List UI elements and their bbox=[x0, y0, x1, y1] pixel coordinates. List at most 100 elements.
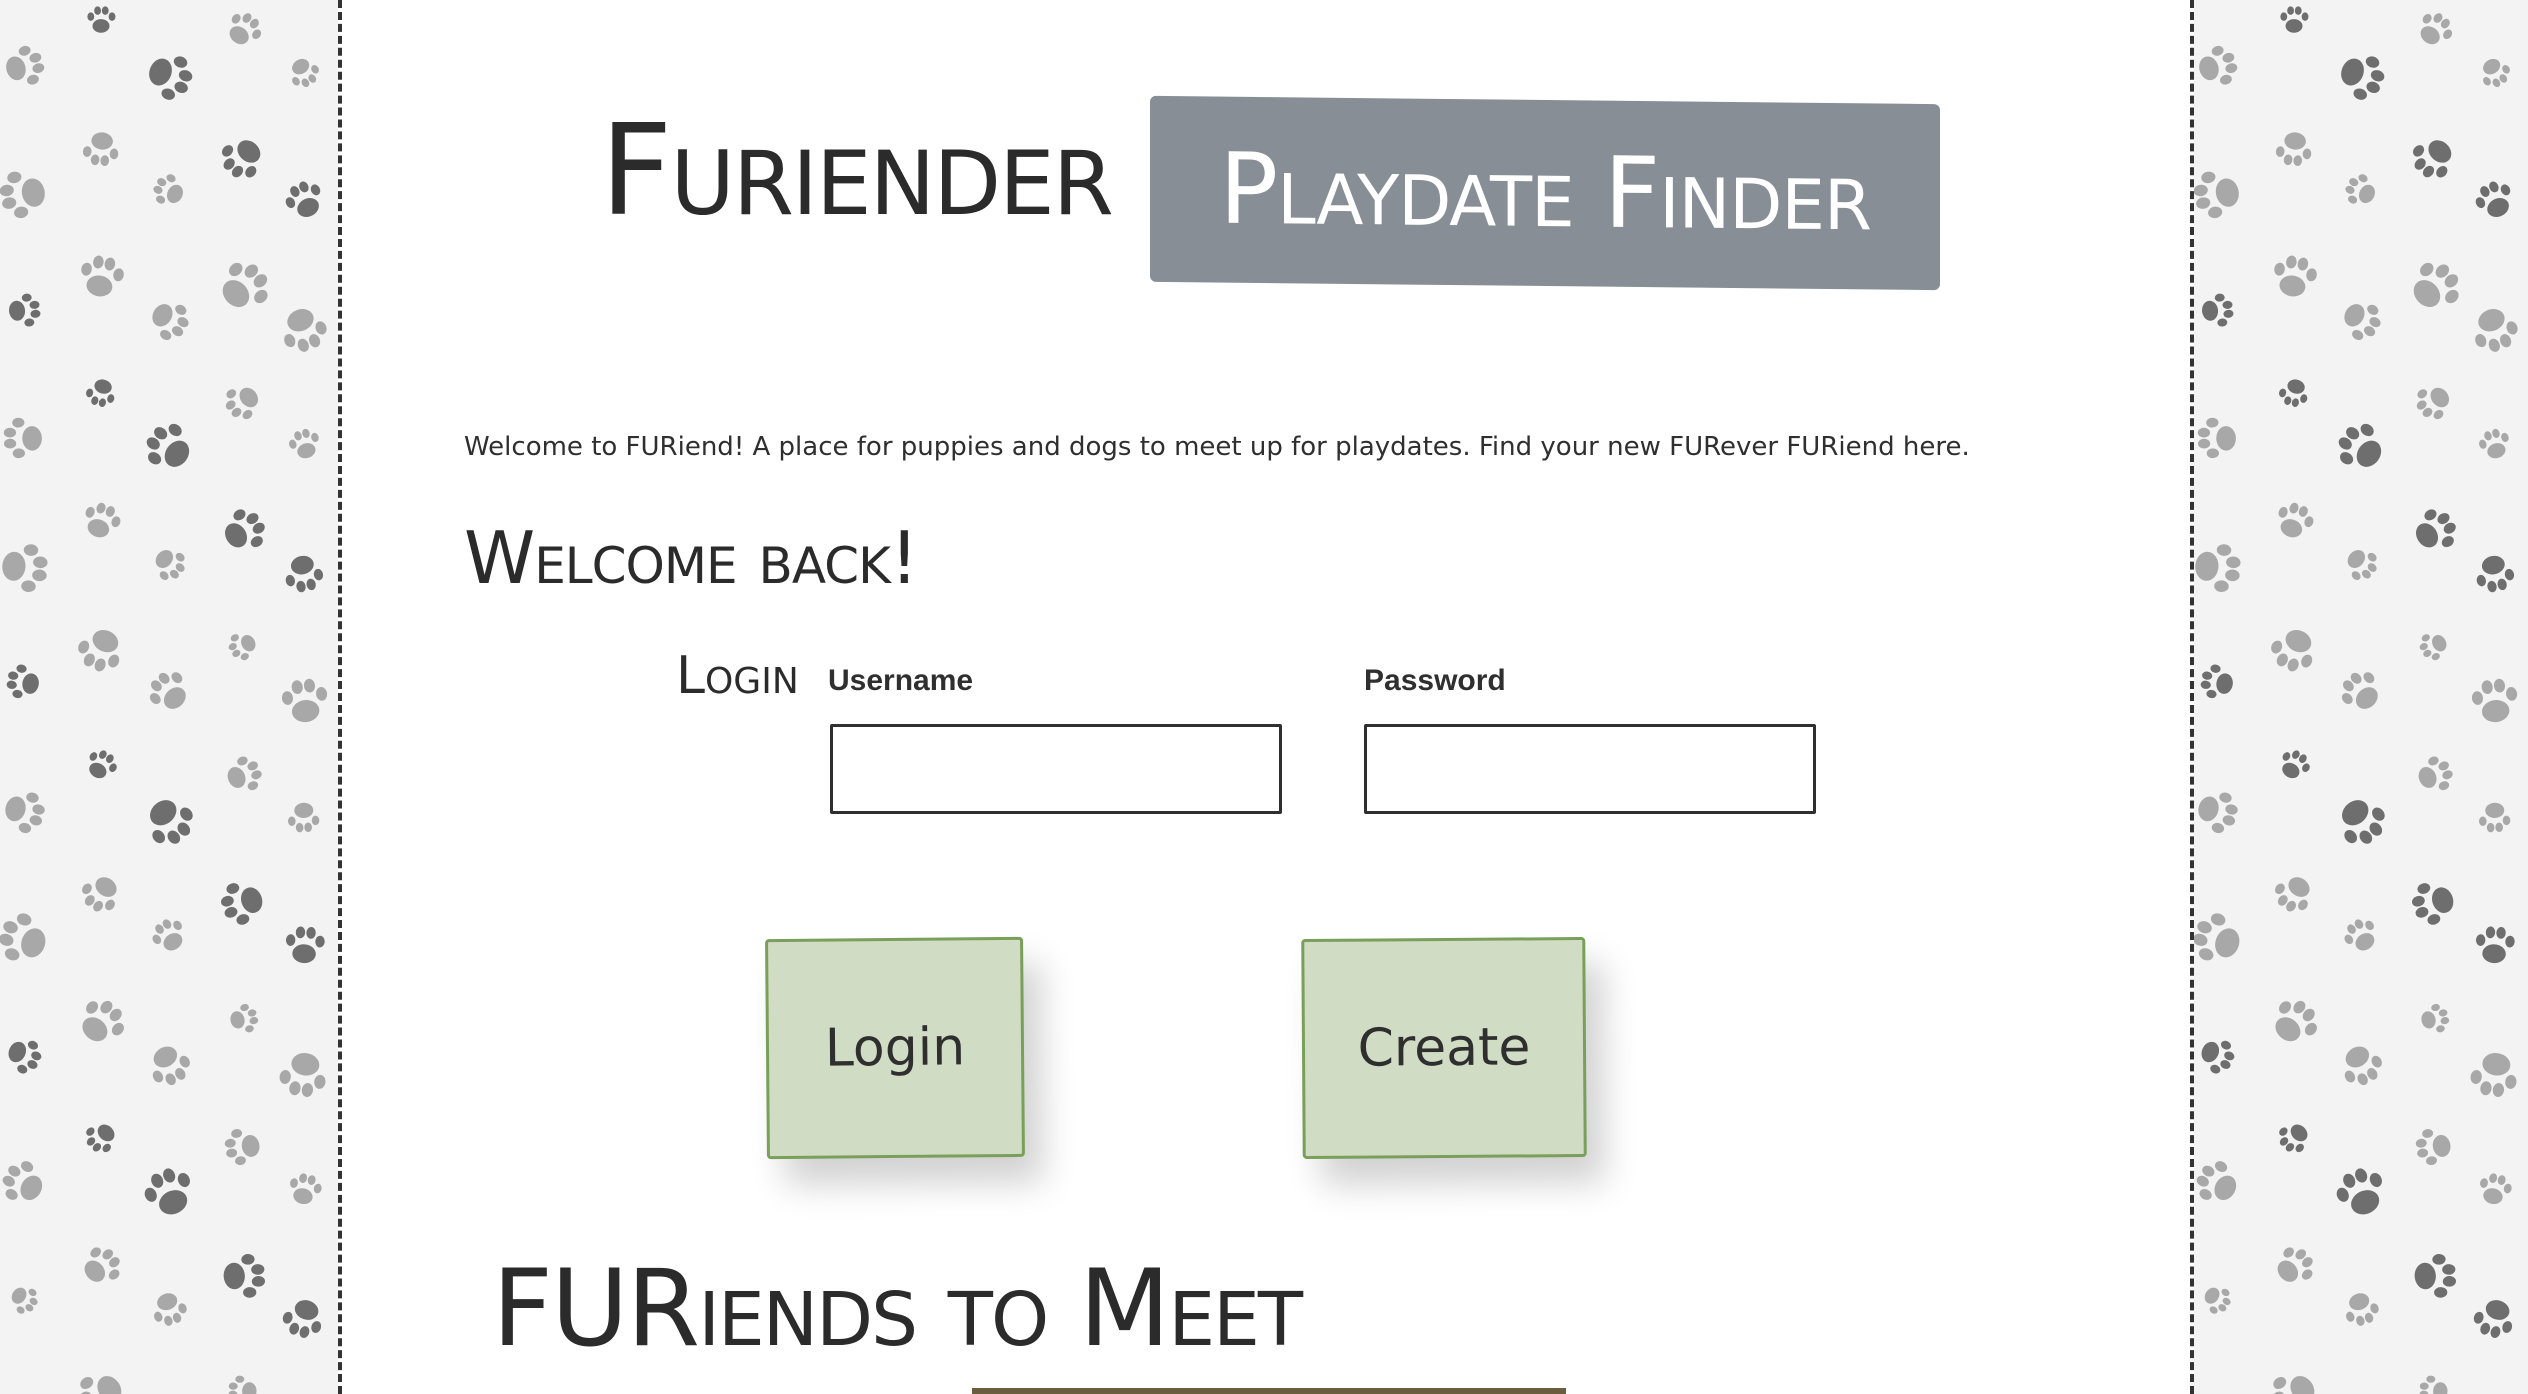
paw-print-icon bbox=[79, 499, 123, 547]
paw-print-icon bbox=[2477, 54, 2513, 94]
paw-print-icon bbox=[149, 916, 189, 960]
paw-print-icon bbox=[2194, 910, 2247, 973]
paw-print-icon bbox=[2476, 426, 2513, 467]
paw-print-icon bbox=[2413, 381, 2455, 427]
paw-print-icon bbox=[281, 550, 327, 600]
paw-print-icon bbox=[281, 922, 328, 973]
paw-print-icon bbox=[2194, 42, 2241, 94]
paw-print-icon bbox=[277, 674, 332, 733]
paw-print-icon bbox=[2200, 1282, 2234, 1320]
paw-print-icon bbox=[2333, 420, 2389, 480]
login-button[interactable]: Login bbox=[765, 936, 1025, 1160]
paw-print-icon bbox=[79, 871, 124, 920]
paw-print-icon bbox=[214, 257, 273, 320]
paw-print-icon bbox=[2409, 505, 2460, 560]
paw-print-icon bbox=[3, 1034, 45, 1080]
paw-print-icon bbox=[2472, 178, 2517, 227]
paw-print-icon bbox=[2417, 629, 2451, 667]
paw-print-icon bbox=[226, 1001, 261, 1040]
paw-print-icon bbox=[2341, 916, 2381, 960]
paw-print-icon bbox=[218, 505, 269, 560]
paw-print-icon bbox=[2267, 1367, 2322, 1394]
paw-print-icon bbox=[2276, 747, 2312, 787]
paw-print-icon bbox=[141, 420, 197, 480]
password-input[interactable] bbox=[1364, 724, 1816, 814]
page: Furiender Playdate Finder Welcome to FUR… bbox=[0, 0, 2528, 1394]
paw-print-icon bbox=[2476, 798, 2514, 840]
paw-print-icon bbox=[84, 3, 118, 41]
paw-print-icon bbox=[2471, 1294, 2519, 1346]
paw-print-icon bbox=[83, 747, 119, 787]
welcome-heading: Welcome back! bbox=[464, 516, 919, 600]
paw-print-icon bbox=[2194, 538, 2246, 600]
paw-print-icon bbox=[75, 623, 128, 680]
right-paw-pattern bbox=[2194, 0, 2528, 1394]
paw-print-icon bbox=[226, 629, 260, 667]
paw-print-icon bbox=[149, 1288, 190, 1333]
paw-print-icon bbox=[2197, 290, 2237, 334]
paw-print-icon bbox=[145, 1040, 194, 1093]
paw-print-icon bbox=[282, 178, 327, 227]
paw-print-icon bbox=[2273, 127, 2316, 174]
paw-print-icon bbox=[285, 798, 323, 840]
username-input[interactable] bbox=[830, 724, 1282, 814]
paw-print-icon bbox=[2412, 1125, 2456, 1173]
paw-print-icon bbox=[2472, 550, 2518, 600]
paw-print-icon bbox=[277, 302, 331, 360]
site-brand: Furiender bbox=[600, 97, 1114, 244]
paw-print-icon bbox=[2342, 172, 2380, 214]
paw-print-icon bbox=[225, 1373, 261, 1394]
friends-heading: FURiends to Meet bbox=[492, 1247, 1303, 1370]
username-label: Username bbox=[828, 664, 974, 697]
paw-print-icon bbox=[280, 1294, 328, 1346]
paw-print-icon bbox=[142, 48, 197, 107]
paw-print-icon bbox=[218, 133, 268, 187]
paw-print-icon bbox=[2276, 1119, 2313, 1160]
paw-print-icon bbox=[221, 1125, 265, 1173]
paw-print-icon bbox=[2268, 623, 2321, 680]
paw-print-icon bbox=[2338, 296, 2385, 347]
paw-print-icon bbox=[2409, 133, 2459, 187]
paw-print-icon bbox=[145, 668, 193, 720]
paw-print-icon bbox=[2194, 786, 2242, 840]
paw-print-icon bbox=[2332, 1164, 2390, 1226]
paw-print-icon bbox=[2196, 1034, 2238, 1080]
paw-print-icon bbox=[2471, 922, 2518, 973]
paw-print-icon bbox=[286, 426, 323, 467]
paw-print-icon bbox=[2277, 3, 2311, 41]
paw-print-icon bbox=[3, 662, 44, 707]
paw-print-icon bbox=[78, 1243, 124, 1293]
paw-print-icon bbox=[2194, 166, 2246, 227]
paw-print-icon bbox=[0, 42, 48, 94]
paw-print-icon bbox=[150, 172, 188, 214]
paw-print-icon bbox=[2197, 662, 2238, 707]
paw-print-icon bbox=[2277, 375, 2312, 414]
paw-print-icon bbox=[80, 127, 123, 174]
paw-print-icon bbox=[2267, 995, 2321, 1053]
paw-print-icon bbox=[2467, 1046, 2523, 1106]
paw-print-icon bbox=[2271, 1243, 2317, 1293]
tagline-banner: Playdate Finder bbox=[1150, 95, 1940, 291]
paw-print-icon bbox=[84, 375, 119, 414]
paw-print-icon bbox=[2408, 1249, 2461, 1306]
paw-print-icon bbox=[2334, 48, 2389, 107]
paw-print-icon bbox=[74, 995, 128, 1053]
paw-print-icon bbox=[222, 381, 264, 427]
paw-print-icon bbox=[75, 251, 127, 307]
paw-print-icon bbox=[146, 296, 193, 347]
paw-print-icon bbox=[276, 1046, 332, 1106]
paw-print-icon bbox=[2272, 499, 2316, 547]
password-label: Password bbox=[1364, 664, 1506, 697]
paw-print-icon bbox=[2416, 1373, 2452, 1394]
login-heading: Login bbox=[676, 646, 799, 706]
paw-print-icon bbox=[2468, 302, 2522, 360]
paw-print-icon bbox=[2194, 1158, 2243, 1213]
paw-print-icon bbox=[2342, 544, 2381, 587]
paw-print-icon bbox=[2333, 792, 2390, 853]
paw-print-icon bbox=[2408, 877, 2460, 933]
paw-print-icon bbox=[0, 910, 53, 973]
create-account-button[interactable]: Create bbox=[1301, 937, 1587, 1159]
paw-print-icon bbox=[150, 544, 189, 587]
paw-print-icon bbox=[286, 54, 322, 94]
tagline-text: Playdate Finder bbox=[1219, 132, 1871, 254]
